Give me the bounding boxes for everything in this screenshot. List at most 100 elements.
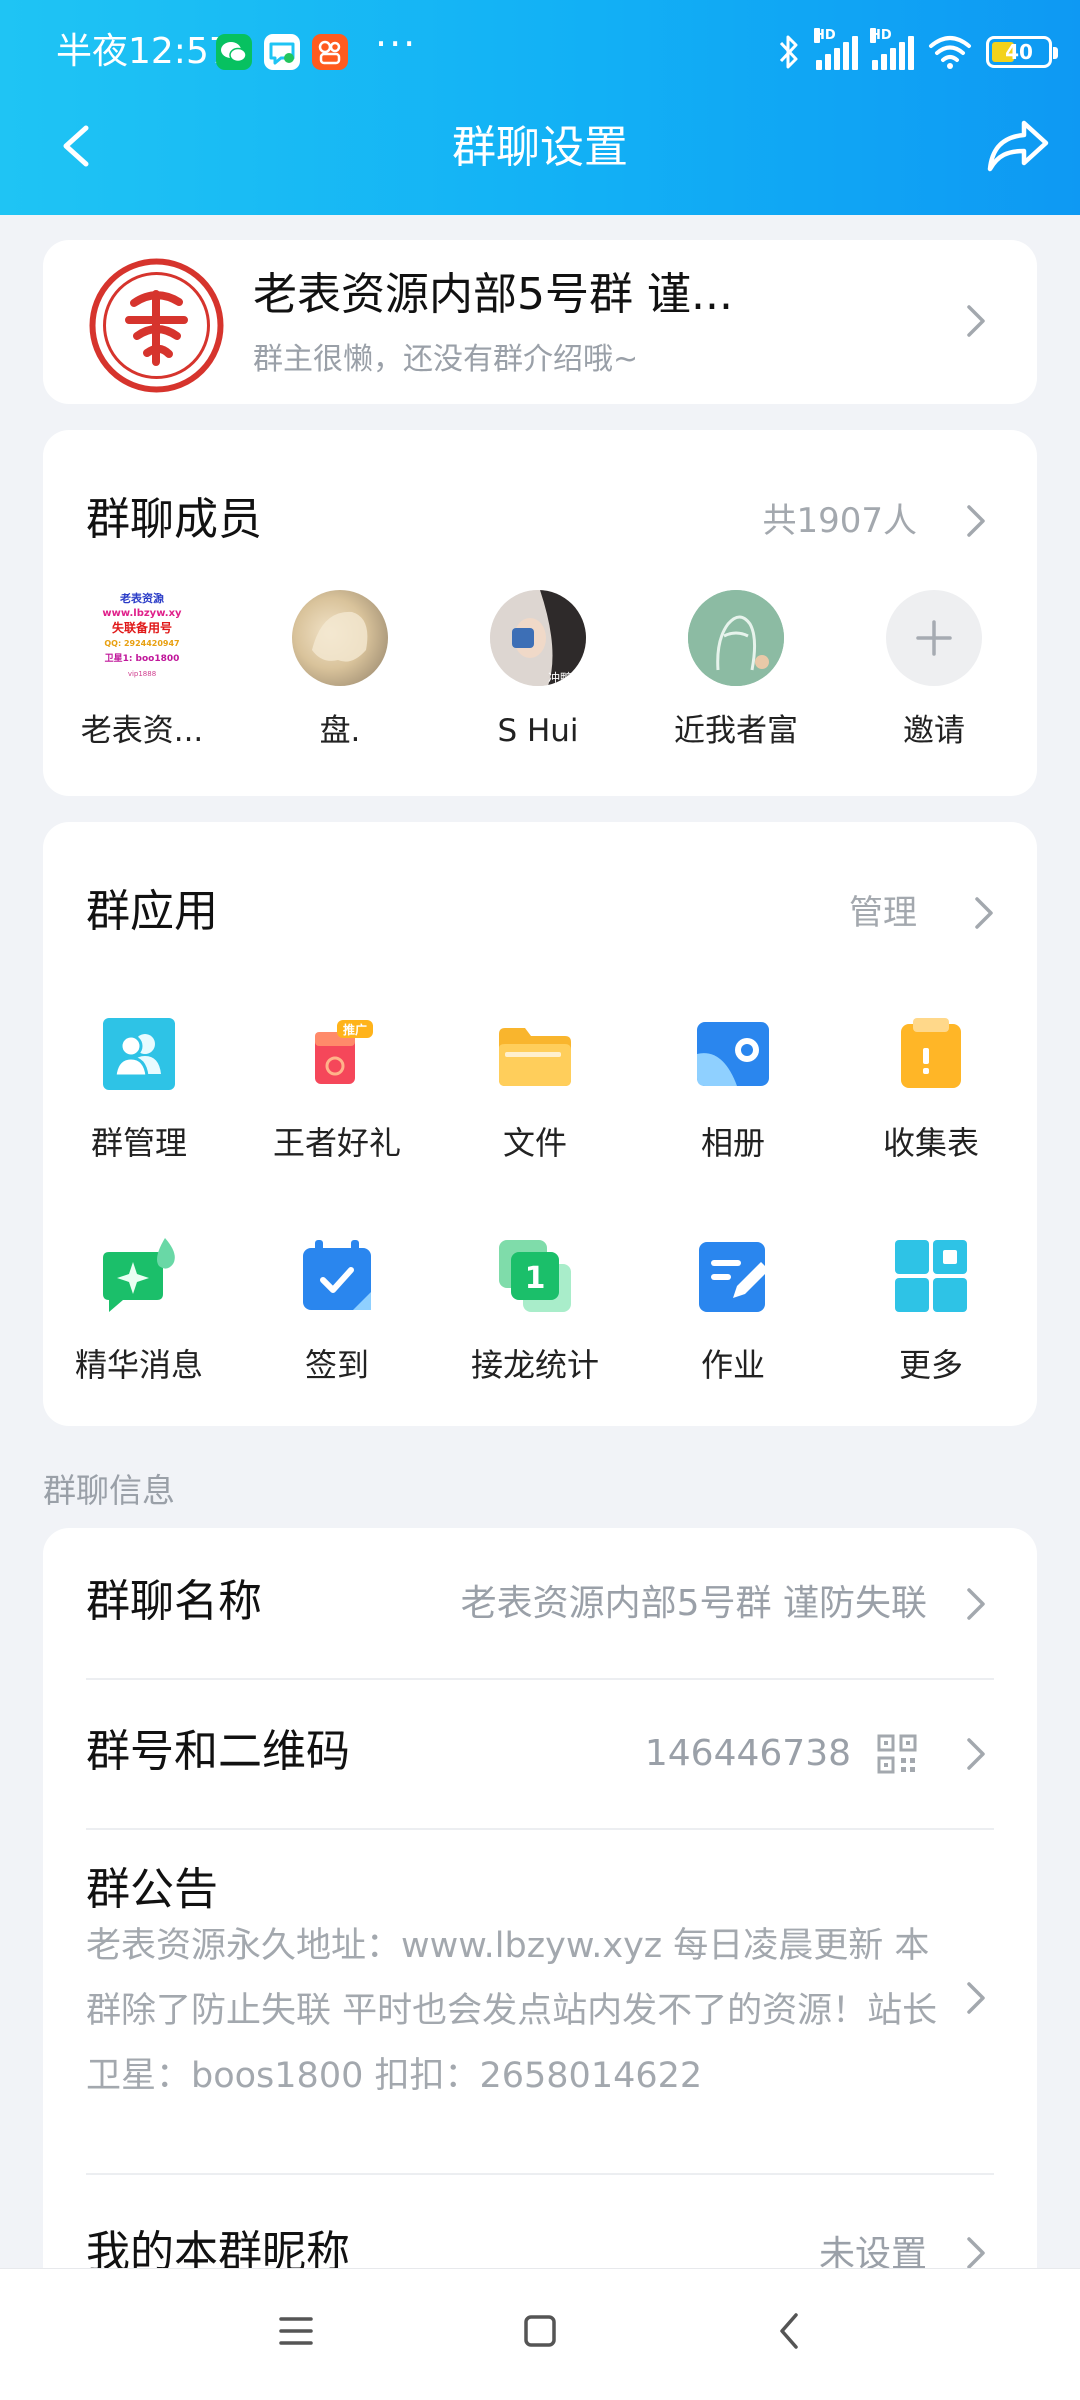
app-homework[interactable]: 作业 [643, 1236, 823, 1388]
app-label: 文件 [502, 1124, 567, 1162]
member-item[interactable]: 老表资源 www.lbzyw.xy 失联备用号 QQ: 2924420947 卫… [57, 590, 227, 754]
app-relay-count[interactable]: 1 接龙统计 [445, 1236, 625, 1388]
group-apps-card: 群应用 管理 群管理 推广 王者好礼 文件 相册 收集表 精华消息 签到 1 接… [43, 822, 1037, 1426]
app-label: 接龙统计 [470, 1346, 599, 1384]
member-avatar [688, 590, 784, 686]
member-name: 盘. [319, 713, 361, 749]
wechat-icon [216, 34, 252, 70]
member-avatar: 老表资源 www.lbzyw.xy 失联备用号 QQ: 2924420947 卫… [94, 590, 190, 686]
row-group-notice[interactable]: 群公告 老表资源永久地址：www.lbzyw.xyz 每日凌晨更新 本群除了防止… [43, 1830, 1037, 2175]
chat-app-icon [264, 34, 300, 70]
back-nav-icon[interactable] [772, 2311, 808, 2351]
qrcode-icon [877, 1734, 917, 1774]
add-icon [886, 590, 982, 686]
status-icons: HD HD 40 [776, 28, 1058, 76]
chevron-right-icon [967, 1982, 985, 2014]
chevron-right-icon [967, 1738, 985, 1770]
signal-icon: HD [814, 28, 858, 70]
status-bar: 半夜12:57 ··· HD HD 40 [0, 0, 1080, 100]
folder-icon [495, 1014, 575, 1094]
chevron-right-icon[interactable] [965, 503, 987, 539]
group-notice-label: 群公告 [86, 1864, 218, 1915]
system-navigation-bar [0, 2268, 1080, 2400]
member-name: 老表资... [80, 713, 204, 749]
member-name: S Hui [497, 713, 579, 749]
app-game-gift[interactable]: 推广 王者好礼 [247, 1014, 427, 1166]
invite-member-button[interactable]: 邀请 [849, 590, 1019, 754]
svg-text:老表资源: 老表资源 [119, 591, 164, 605]
group-name-label: 群聊名称 [86, 1576, 262, 1627]
row-group-id-qrcode[interactable]: 群号和二维码 146446738 [43, 1680, 1037, 1828]
app-label: 更多 [898, 1346, 963, 1384]
app-label: 精华消息 [74, 1346, 203, 1384]
video-app-icon [312, 34, 348, 70]
group-name: 老表资源内部5号群 谨... [253, 269, 733, 320]
app-check-in[interactable]: 签到 [247, 1236, 427, 1388]
member-count[interactable]: 共1907人 [762, 496, 917, 546]
group-manage-icon [99, 1014, 179, 1094]
app-label: 相册 [700, 1124, 765, 1162]
essence-message-icon [99, 1236, 179, 1316]
svg-text:vip1888: vip1888 [128, 670, 156, 678]
more-grid-icon [891, 1236, 971, 1316]
relay-count-icon: 1 [495, 1236, 575, 1316]
chevron-right-icon [967, 305, 985, 337]
signal-icon-2: HD [870, 28, 914, 70]
svg-text:冲鸭: 冲鸭 [548, 670, 572, 685]
app-label: 群管理 [90, 1124, 187, 1162]
app-album[interactable]: 相册 [643, 1014, 823, 1166]
apps-manage-link[interactable]: 管理 [849, 888, 917, 938]
group-id-value: 146446738 [644, 1733, 851, 1774]
member-item[interactable]: 冲鸭 S Hui [453, 590, 623, 754]
invite-label: 邀请 [903, 713, 965, 749]
members-card: 群聊成员 共1907人 老表资源 www.lbzyw.xy 失联备用号 QQ: … [43, 430, 1037, 796]
member-avatar: 冲鸭 [490, 590, 586, 686]
member-item[interactable]: 盘. [255, 590, 425, 754]
app-label: 王者好礼 [272, 1124, 401, 1162]
chevron-right-icon [967, 2237, 985, 2269]
battery-level: 40 [1005, 40, 1033, 64]
app-more[interactable]: 更多 [841, 1236, 1021, 1388]
svg-text:推广: 推广 [343, 1022, 367, 1037]
page-title: 群聊设置 [452, 122, 628, 173]
clipboard-icon [891, 1014, 971, 1094]
row-group-name[interactable]: 群聊名称 老表资源内部5号群 谨防失联 [43, 1528, 1037, 1678]
member-item[interactable]: 近我者富 [651, 590, 821, 754]
album-icon [693, 1014, 773, 1094]
app-group-manage[interactable]: 群管理 [49, 1014, 229, 1166]
section-label-group-info: 群聊信息 [43, 1471, 175, 1510]
menu-icon[interactable] [278, 2311, 314, 2351]
group-id-label: 群号和二维码 [86, 1726, 350, 1777]
group-profile-card[interactable]: 老表资源内部5号群 谨... 群主很懒，还没有群介绍哦~ [43, 240, 1037, 404]
app-label: 作业 [700, 1346, 765, 1384]
status-time: 半夜12:57 [56, 31, 232, 72]
group-notice-text: 老表资源永久地址：www.lbzyw.xyz 每日凌晨更新 本群除了防止失联 平… [86, 1926, 938, 2096]
wifi-icon [929, 36, 971, 69]
svg-text:www.lbzyw.xy: www.lbzyw.xy [102, 608, 182, 619]
app-label: 签到 [304, 1346, 369, 1384]
chevron-right-icon[interactable] [973, 895, 995, 931]
chevron-right-icon [967, 1588, 985, 1620]
share-icon[interactable] [986, 115, 1050, 175]
member-avatar [292, 590, 388, 686]
svg-text:1: 1 [525, 1261, 546, 1296]
bluetooth-icon [779, 35, 798, 69]
game-gift-icon: 推广 [297, 1014, 377, 1094]
member-name: 近我者富 [674, 713, 798, 749]
svg-text:失联备用号: 失联备用号 [112, 620, 172, 635]
header: 半夜12:57 ··· HD HD 40 群聊设置 [0, 0, 1080, 215]
group-info-card: 群聊名称 老表资源内部5号群 谨防失联 群号和二维码 146446738 群公告… [43, 1528, 1037, 2308]
svg-text:卫星1: boo1800: 卫星1: boo1800 [105, 653, 180, 664]
app-label: 收集表 [882, 1124, 979, 1162]
group-intro: 群主很懒，还没有群介绍哦~ [253, 342, 639, 377]
app-files[interactable]: 文件 [445, 1014, 625, 1166]
more-notifications: ··· [375, 22, 418, 66]
group-avatar [89, 258, 224, 393]
app-collect-form[interactable]: 收集表 [841, 1014, 1021, 1166]
home-icon[interactable] [522, 2311, 558, 2351]
calendar-check-icon [297, 1236, 377, 1316]
svg-text:QQ: 2924420947: QQ: 2924420947 [104, 639, 179, 648]
group-name-value: 老表资源内部5号群 谨防失联 [460, 1583, 927, 1624]
apps-title: 群应用 [86, 886, 218, 937]
app-essence-messages[interactable]: 精华消息 [49, 1236, 229, 1388]
